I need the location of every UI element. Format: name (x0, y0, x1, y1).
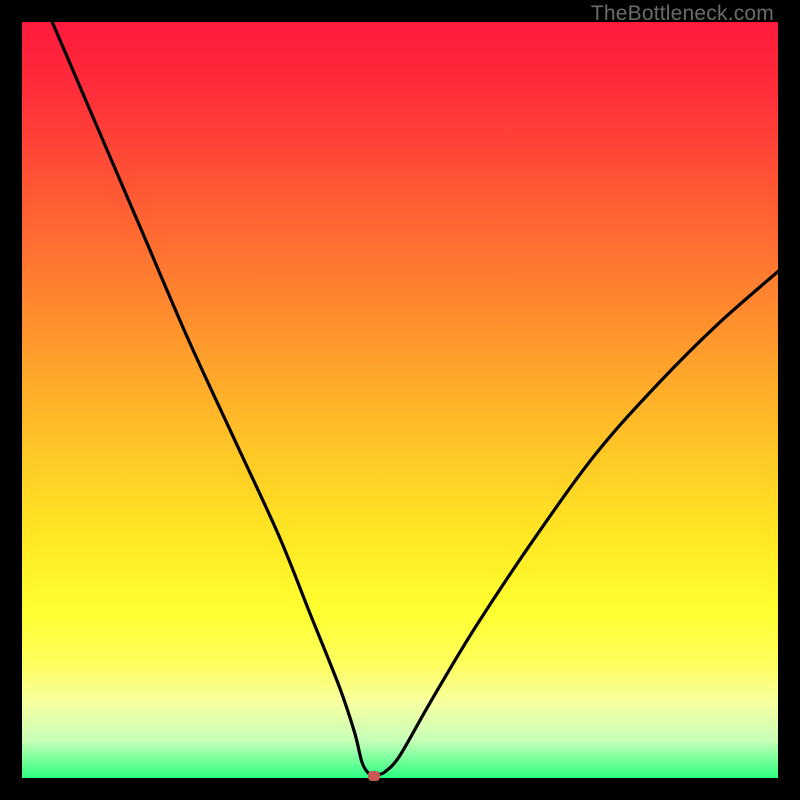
bottleneck-curve (52, 22, 778, 775)
curve-svg (22, 22, 778, 778)
chart-frame: TheBottleneck.com (0, 0, 800, 800)
plot-area (22, 22, 778, 778)
minimum-marker (368, 771, 380, 781)
